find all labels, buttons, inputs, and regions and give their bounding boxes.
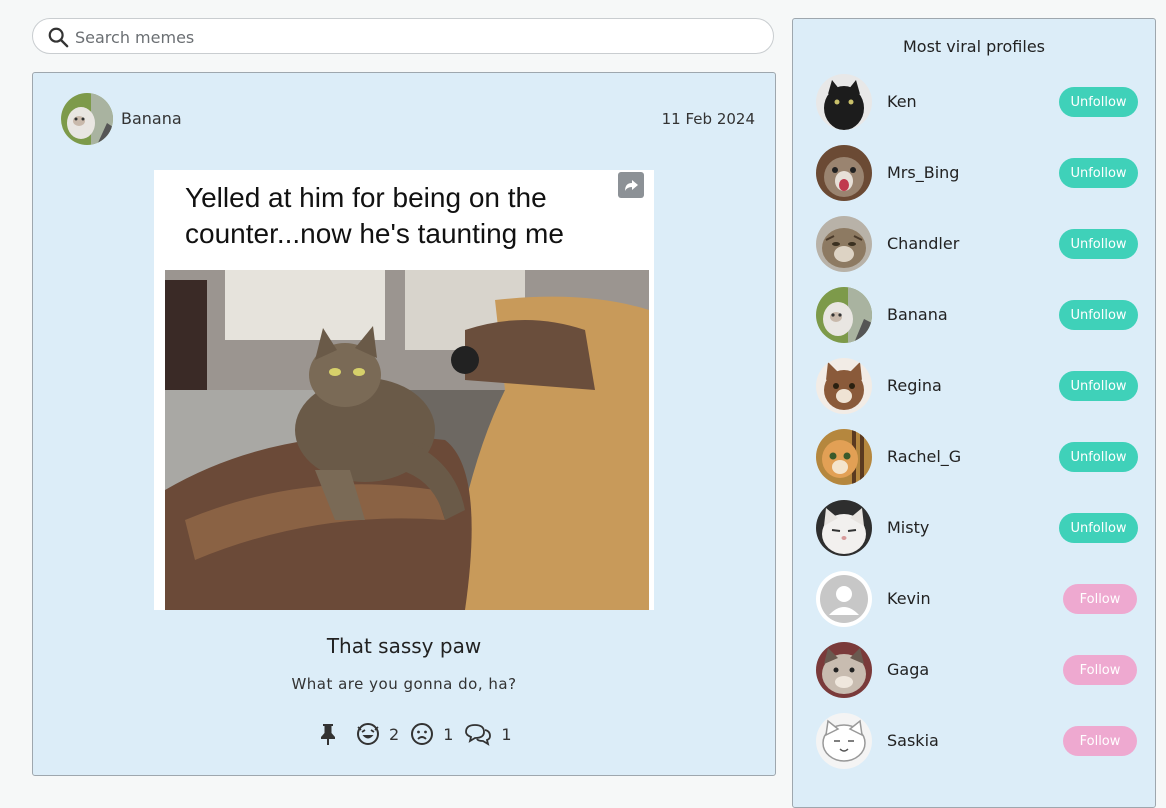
unfollow-button[interactable]: Unfollow: [1059, 229, 1138, 259]
profile-avatar[interactable]: [816, 74, 872, 130]
laugh-reaction-icon[interactable]: [355, 721, 381, 747]
profile-row: Saskia Follow: [793, 713, 1155, 771]
follow-button[interactable]: Follow: [1063, 655, 1137, 685]
author-avatar[interactable]: [61, 93, 113, 145]
post-subtitle: What are you gonna do, ha?: [291, 675, 517, 693]
profile-name[interactable]: Ken: [887, 92, 917, 111]
profile-name[interactable]: Rachel_G: [887, 447, 961, 466]
profile-avatar[interactable]: [816, 358, 872, 414]
unfollow-button[interactable]: Unfollow: [1059, 87, 1138, 117]
viral-profiles-sidebar: Most viral profiles Ken Unfollow Mrs_Bin…: [792, 18, 1156, 808]
profile-row: Rachel_G Unfollow: [793, 429, 1155, 487]
profile-avatar[interactable]: [816, 287, 872, 343]
profile-row: Banana Unfollow: [793, 287, 1155, 345]
profile-name[interactable]: Kevin: [887, 589, 931, 608]
profile-avatar[interactable]: [816, 500, 872, 556]
search-icon: [48, 27, 69, 48]
pin-icon[interactable]: [315, 721, 341, 747]
meme-photo: [165, 270, 649, 610]
profile-name[interactable]: Misty: [887, 518, 929, 537]
unfollow-button[interactable]: Unfollow: [1059, 158, 1138, 188]
post-date: 11 Feb 2024: [661, 110, 755, 128]
profile-name[interactable]: Mrs_Bing: [887, 163, 959, 182]
profile-row: Misty Unfollow: [793, 500, 1155, 558]
profile-avatar[interactable]: [816, 429, 872, 485]
profile-avatar[interactable]: [816, 145, 872, 201]
post-title: That sassy paw: [326, 634, 482, 658]
sidebar-title: Most viral profiles: [903, 37, 1045, 56]
follow-button[interactable]: Follow: [1063, 584, 1137, 614]
meme-caption: Yelled at him for being on the counter..…: [185, 182, 564, 249]
profile-row: Ken Unfollow: [793, 74, 1155, 132]
sad-reaction-icon[interactable]: [409, 721, 435, 747]
profile-name[interactable]: Banana: [887, 305, 948, 324]
unfollow-button[interactable]: Unfollow: [1059, 442, 1138, 472]
profile-name[interactable]: Regina: [887, 376, 942, 395]
sad-count: 1: [443, 724, 454, 744]
author-name[interactable]: Banana: [121, 109, 182, 128]
profile-name[interactable]: Gaga: [887, 660, 929, 679]
search-input[interactable]: [73, 23, 757, 51]
profile-row: Chandler Unfollow: [793, 216, 1155, 274]
profile-avatar[interactable]: [816, 642, 872, 698]
profile-row: Kevin Follow: [793, 571, 1155, 629]
profile-name[interactable]: Chandler: [887, 234, 959, 253]
profile-avatar[interactable]: [816, 571, 872, 627]
meme-image[interactable]: Yelled at him for being on the counter..…: [154, 170, 654, 610]
profile-avatar[interactable]: [816, 216, 872, 272]
profile-row: Regina Unfollow: [793, 358, 1155, 416]
comment-icon[interactable]: [463, 721, 493, 747]
share-button[interactable]: [618, 172, 644, 198]
profile-name[interactable]: Saskia: [887, 731, 939, 750]
post-card: Banana 11 Feb 2024 Yelled at him for bei…: [32, 72, 776, 776]
share-icon: [625, 180, 638, 191]
comment-count: 1: [501, 724, 512, 744]
unfollow-button[interactable]: Unfollow: [1059, 513, 1138, 543]
profile-row: Gaga Follow: [793, 642, 1155, 700]
unfollow-button[interactable]: Unfollow: [1059, 371, 1138, 401]
follow-button[interactable]: Follow: [1063, 726, 1137, 756]
search-bar[interactable]: [32, 18, 774, 54]
profile-avatar[interactable]: [816, 713, 872, 769]
reaction-bar: 2 1 1: [315, 719, 522, 749]
profile-row: Mrs_Bing Unfollow: [793, 145, 1155, 203]
unfollow-button[interactable]: Unfollow: [1059, 300, 1138, 330]
laugh-count: 2: [389, 724, 400, 744]
